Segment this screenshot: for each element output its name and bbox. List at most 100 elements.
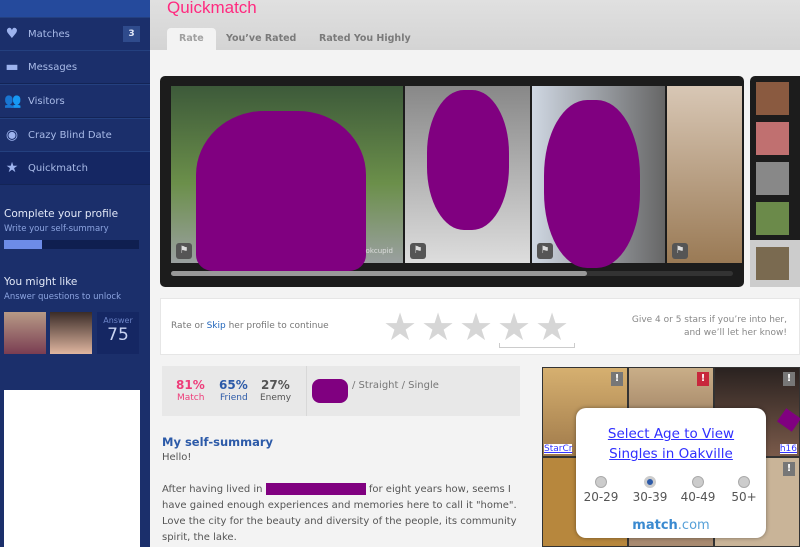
star-icon: ★ [5, 160, 19, 176]
age-radio-20-29[interactable] [595, 476, 607, 488]
rate-instructions: Rate or Skip her profile to continue [171, 321, 329, 331]
enemy-percent: 27% [261, 378, 290, 392]
age-label: 40-49 [680, 490, 716, 504]
flag-icon[interactable]: ⚑ [672, 243, 688, 259]
summary-heading: My self-summary [162, 435, 274, 449]
thumbnail[interactable] [756, 247, 789, 280]
friend-percent: 65% [219, 378, 248, 392]
profile-photo[interactable]: okcupid ⚑ [171, 86, 403, 271]
age-label: 20-29 [583, 490, 619, 504]
tab-rated-you-highly[interactable]: Rated You Highly [307, 28, 423, 50]
thumbnail[interactable] [756, 202, 789, 235]
speech-bubble-icon: ▬ [5, 59, 19, 75]
age-select-popup: Select Age to View Singles in Oakville 2… [576, 408, 766, 538]
enemy-label: Enemy [260, 393, 292, 403]
sidebar-item-messages[interactable]: ▬ Messages [0, 50, 150, 84]
star-1-icon[interactable]: ★ [383, 308, 417, 346]
answer-count: 75 [107, 325, 129, 345]
summary-greeting: Hello! [162, 452, 192, 463]
rating-hint: Give 4 or 5 stars if you’re into her, and… [632, 314, 787, 340]
star-3-icon[interactable]: ★ [459, 308, 493, 346]
report-icon[interactable]: ! [783, 462, 795, 476]
profile-progress-bar [4, 240, 139, 249]
sidebar-item-crazy-blind-date[interactable]: ◉ Crazy Blind Date [0, 118, 150, 152]
answer-questions-link[interactable]: Answer questions to unlock [4, 292, 121, 302]
nav-label: Crazy Blind Date [28, 129, 112, 141]
age-label: 50+ [731, 490, 757, 504]
nav-label: Quickmatch [28, 162, 88, 174]
might-like-title: You might like [4, 276, 78, 288]
profile-photo[interactable]: ⚑ [405, 86, 530, 263]
tab-youve-rated[interactable]: You’ve Rated [214, 28, 308, 50]
star-5-icon[interactable]: ★ [535, 308, 569, 346]
redaction [312, 379, 348, 403]
age-label: 30-39 [632, 490, 668, 504]
profile-info: / Straight / Single [352, 380, 439, 391]
hint-line: and we’ll let her know! [683, 328, 787, 338]
report-icon[interactable]: ! [783, 372, 795, 386]
eye-icon: ◉ [5, 127, 19, 143]
sidebar-item-quickmatch[interactable]: ★ Quickmatch [0, 151, 150, 185]
suggested-profile-photo[interactable] [50, 312, 92, 354]
age-radio-40-49[interactable] [692, 476, 704, 488]
scrollbar-thumb[interactable] [171, 271, 587, 276]
rate-prefix: Rate or [171, 321, 207, 331]
summary-text: After having lived in [162, 484, 263, 495]
progress-fill [4, 240, 42, 249]
hint-line: Give 4 or 5 stars if you’re into her, [631, 315, 787, 325]
photo-thumbnails [750, 76, 800, 287]
redaction [265, 483, 366, 495]
watermark: okcupid [365, 247, 393, 255]
tab-rate[interactable]: Rate [167, 28, 216, 50]
complete-profile-title: Complete your profile [4, 208, 119, 220]
answer-label: Answer [103, 316, 133, 325]
thumbnail[interactable] [756, 162, 789, 195]
logo-text: .com [677, 518, 710, 533]
answer-questions-box[interactable]: Answer 75 [97, 312, 139, 354]
popup-title-link[interactable]: Select Age to View Singles in Oakville [584, 424, 758, 464]
sidebar-top [0, 0, 150, 17]
thumbnail[interactable] [756, 122, 789, 155]
people-icon: 👥 [4, 93, 22, 109]
match-logo: match.com [576, 518, 766, 533]
flag-icon[interactable]: ⚑ [176, 243, 192, 259]
ad-space [4, 390, 140, 547]
selected-thumbnail-frame [750, 240, 800, 287]
age-radio-50-plus[interactable] [738, 476, 750, 488]
divider [306, 366, 307, 416]
friend-label: Friend [220, 393, 248, 403]
profile-photo[interactable]: ⚑ [532, 86, 665, 268]
nav-label: Matches [28, 28, 70, 40]
flag-icon[interactable]: ⚑ [537, 243, 553, 259]
thumbnail[interactable] [756, 82, 789, 115]
ad-username[interactable]: StarCr [544, 444, 573, 454]
sidebar: ♥ Matches 3 ▬ Messages 👥 Visitors ◉ Crazy Bli… [0, 0, 150, 547]
match-stats: 81% Match 65% Friend 27% Enemy / Straigh… [162, 366, 520, 416]
carousel-scrollbar[interactable] [171, 271, 733, 276]
suggested-profile-photo[interactable] [4, 312, 46, 354]
summary-paragraph: After having lived in for eight years ho… [162, 482, 522, 546]
flag-icon[interactable]: ⚑ [410, 243, 426, 259]
sidebar-item-matches[interactable]: ♥ Matches 3 [0, 17, 150, 51]
sidebar-item-visitors[interactable]: 👥 Visitors [0, 84, 150, 118]
report-icon[interactable]: ! [611, 372, 623, 386]
write-summary-link[interactable]: Write your self-summary [4, 224, 109, 234]
report-icon[interactable]: ! [697, 372, 709, 386]
rate-suffix: her profile to continue [225, 321, 329, 331]
match-label: Match [177, 393, 205, 403]
star-4-icon[interactable]: ★ [497, 308, 531, 346]
redaction [427, 90, 509, 230]
rating-bar: Rate or Skip her profile to continue ★ ★… [160, 298, 800, 355]
skip-link[interactable]: Skip [207, 321, 226, 331]
profile-photo[interactable]: ⚑ [667, 86, 742, 263]
star-2-icon[interactable]: ★ [421, 308, 455, 346]
matches-badge: 3 [123, 26, 140, 42]
match-percent: 81% [176, 378, 205, 392]
nav-label: Visitors [28, 95, 65, 107]
page-title: Quickmatch [167, 0, 257, 17]
logo-text: match [632, 518, 678, 533]
heart-icon: ♥ [5, 26, 19, 42]
ad-username[interactable]: h16 [779, 444, 797, 454]
redaction [196, 111, 366, 271]
age-radio-30-39[interactable] [644, 476, 656, 488]
